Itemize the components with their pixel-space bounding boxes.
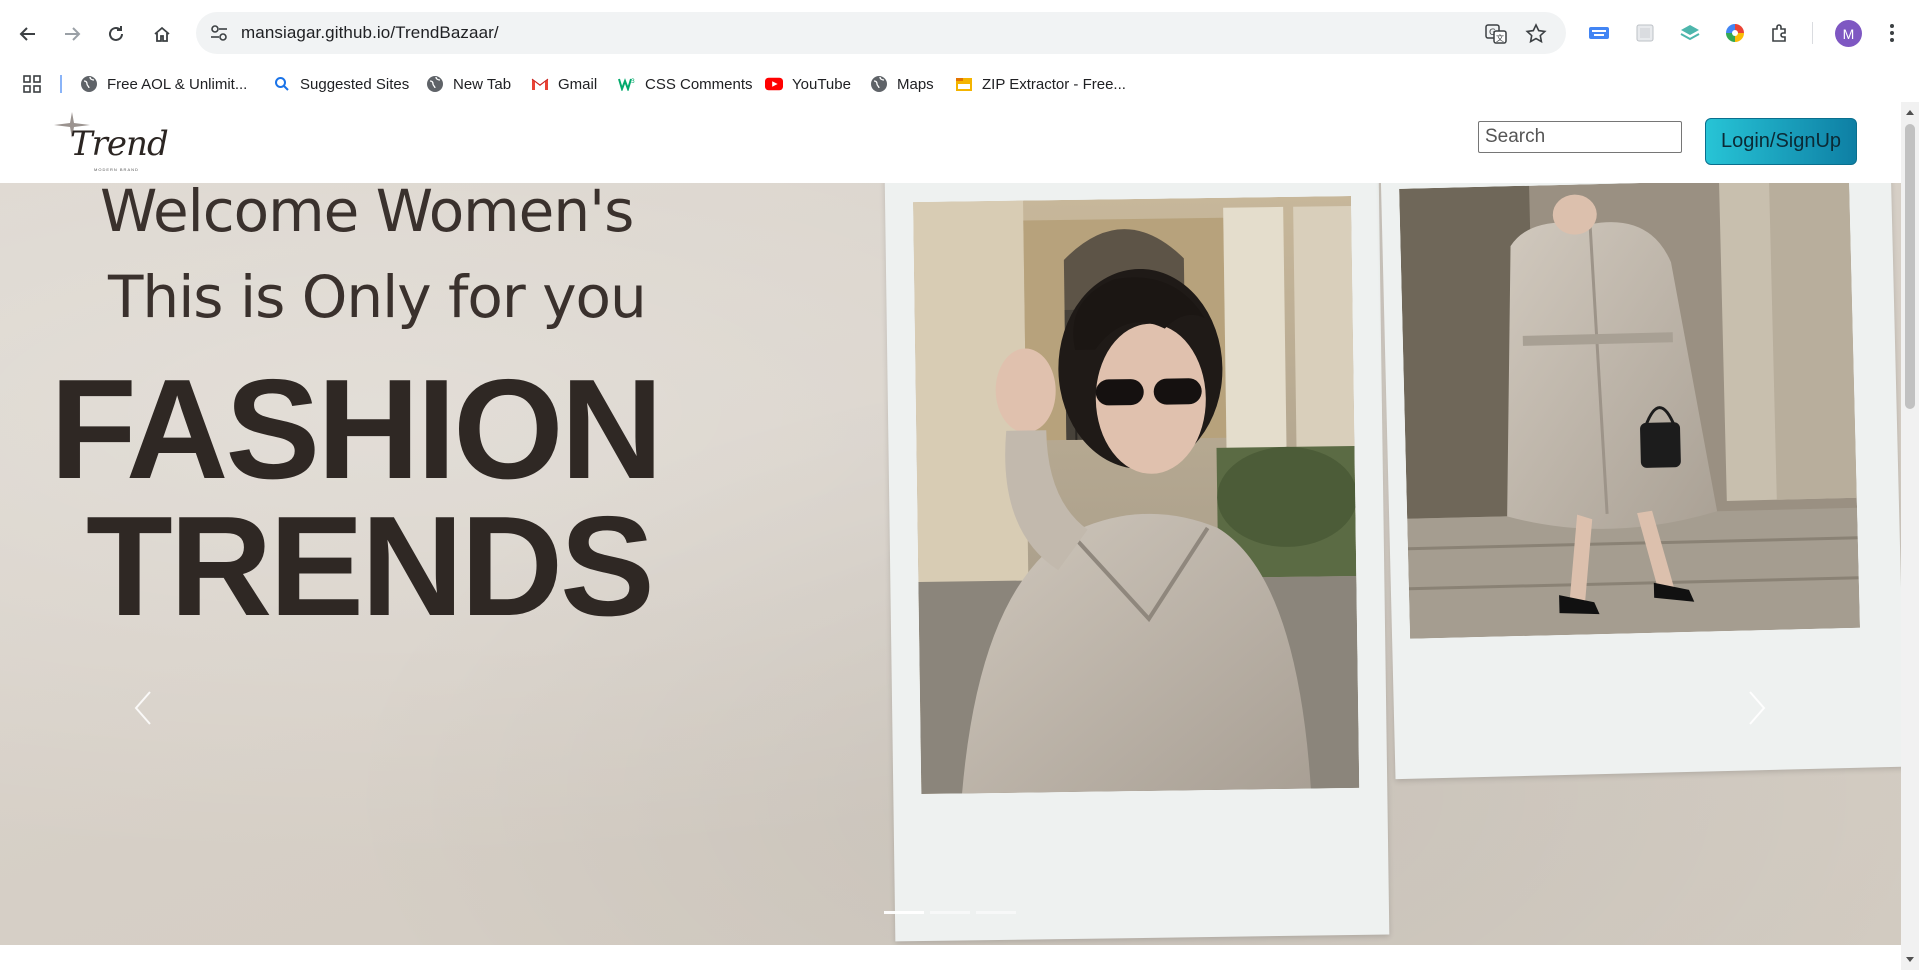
bookmark-gmail[interactable]: Gmail [531, 73, 597, 95]
scroll-up-icon[interactable] [1905, 108, 1915, 116]
login-signup-button[interactable]: Login/SignUp [1705, 118, 1857, 165]
globe-icon [80, 75, 98, 93]
forward-arrow-icon [65, 27, 81, 41]
home-icon [154, 26, 170, 42]
logo-subtitle: MODERN BRAND [94, 167, 139, 172]
gmail-icon [531, 75, 549, 93]
chrome-menu-icon[interactable] [1879, 20, 1905, 46]
carousel-indicator-3[interactable] [976, 911, 1016, 914]
bookmark-maps[interactable]: Maps [870, 73, 934, 95]
woman-trench-coat-image [1399, 183, 1860, 639]
bookmark-label: ZIP Extractor - Free... [982, 75, 1126, 93]
extension-keyboard-icon[interactable] [1586, 20, 1612, 46]
carousel-next-button[interactable] [1742, 688, 1772, 728]
bookmark-new-tab[interactable]: New Tab [426, 73, 511, 95]
bookmark-label: CSS Comments [645, 75, 753, 93]
hero-line-welcome: Welcome Women's [100, 183, 634, 245]
bookmark-youtube[interactable]: YouTube [765, 73, 851, 95]
w3-icon: 3 [618, 75, 636, 93]
reload-button[interactable] [100, 18, 132, 50]
scroll-thumb[interactable] [1905, 124, 1915, 409]
bookmark-css-comments[interactable]: 3 CSS Comments [618, 73, 753, 95]
search-input[interactable] [1478, 121, 1682, 153]
browser-toolbar: mansiagar.github.io/TrendBazaar/ G文 M [0, 0, 1919, 66]
logo-text: Trend [70, 124, 169, 164]
hero-line-trends: TRENDS [86, 487, 655, 646]
extension-screenshot-icon[interactable] [1632, 20, 1658, 46]
bookmark-label: YouTube [792, 75, 851, 93]
extensions-puzzle-icon[interactable] [1767, 20, 1793, 46]
bookmark-label: Suggested Sites [300, 75, 410, 93]
bookmark-label: New Tab [453, 75, 512, 93]
photo-woman-sunglasses [913, 195, 1360, 795]
apps-grid-icon [23, 75, 41, 93]
bookmark-zip-extractor[interactable]: ZIP Extractor - Free... [955, 73, 1126, 95]
scroll-down-icon[interactable] [1905, 956, 1915, 964]
carousel-indicator-2[interactable] [930, 911, 970, 914]
hero-line-fashion: FASHION [50, 350, 663, 509]
bookmark-suggested-sites[interactable]: Suggested Sites [273, 73, 409, 95]
url-text: mansiagar.github.io/TrendBazaar/ [241, 23, 499, 42]
carousel-indicator-1[interactable] [884, 911, 924, 914]
site-logo[interactable]: Trend MODERN BRAND [52, 110, 169, 174]
apps-button[interactable] [22, 73, 42, 95]
extension-color-wheel-icon[interactable] [1722, 20, 1748, 46]
bookmark-star-icon[interactable] [1524, 22, 1548, 46]
carousel-prev-button[interactable] [128, 688, 158, 728]
search-icon [273, 75, 291, 93]
globe-icon [426, 75, 444, 93]
svg-text:3: 3 [631, 78, 635, 85]
woman-sunglasses-image [913, 195, 1360, 795]
profile-initial: M [1842, 25, 1855, 42]
photo-woman-trench-coat [1399, 183, 1860, 639]
bookmarks-divider [60, 75, 62, 93]
extension-layers-icon[interactable] [1677, 20, 1703, 46]
toolbar-divider [1812, 22, 1813, 44]
reload-icon [109, 26, 123, 41]
hero-carousel: Welcome Women's This is Only for you FAS… [0, 183, 1901, 945]
home-button[interactable] [146, 18, 178, 50]
bookmark-label: Gmail [558, 75, 598, 93]
forward-button[interactable] [56, 18, 88, 50]
back-arrow-icon [19, 27, 35, 41]
site-header: Trend MODERN BRAND Login/SignUp [0, 102, 1901, 183]
back-button[interactable] [12, 18, 44, 50]
bookmark-label: Free AOL & Unlimit... [107, 75, 248, 93]
bookmark-free-aol[interactable]: Free AOL & Unlimit... [80, 73, 247, 95]
bookmark-label: Maps [897, 75, 934, 93]
page-content-below-fold [0, 945, 1901, 970]
hero-line-only-for-you: This is Only for you [108, 263, 647, 331]
profile-avatar[interactable]: M [1835, 20, 1862, 47]
page-scrollbar[interactable] [1901, 102, 1919, 970]
translate-icon[interactable]: G文 [1484, 22, 1508, 46]
polaroid-frame-left [884, 183, 1390, 942]
svg-text:文: 文 [1496, 33, 1504, 43]
polaroid-frame-right [1380, 183, 1901, 780]
globe-icon [870, 75, 888, 93]
youtube-icon [765, 75, 783, 93]
address-bar[interactable]: mansiagar.github.io/TrendBazaar/ G文 [196, 12, 1566, 54]
zip-icon [955, 75, 973, 93]
carousel-indicators [884, 911, 1016, 914]
bookmarks-bar: Free AOL & Unlimit... Suggested Sites Ne… [0, 66, 1919, 102]
site-info-icon[interactable] [208, 22, 230, 44]
